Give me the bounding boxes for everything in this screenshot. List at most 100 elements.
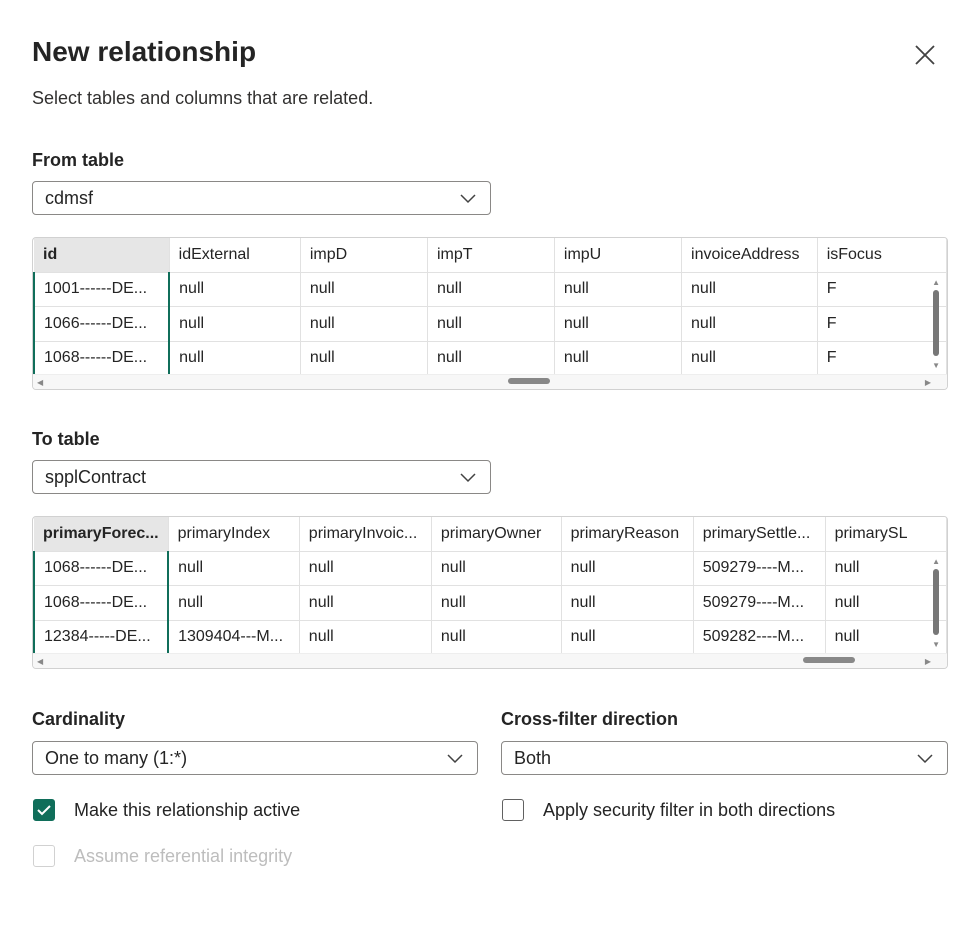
column-header[interactable]: impT	[427, 238, 555, 273]
dialog-title: New relationship	[32, 36, 257, 67]
referential-integrity-checkbox	[33, 845, 55, 867]
scroll-up-icon[interactable]: ▲	[932, 557, 940, 566]
scroll-right-icon[interactable]: ▶	[925, 657, 931, 666]
column-header[interactable]: impD	[300, 238, 428, 273]
table-cell: null	[431, 551, 562, 586]
close-icon	[915, 45, 935, 65]
table-cell: 12384-----DE...	[33, 620, 170, 656]
column-header[interactable]: primarySettle...	[693, 517, 826, 552]
scroll-down-icon[interactable]: ▼	[932, 640, 940, 649]
table-cell: null	[168, 585, 300, 621]
active-checkbox-label: Make this relationship active	[74, 799, 301, 820]
to-table-value: spplContract	[45, 466, 147, 487]
referential-integrity-label: Assume referential integrity	[74, 845, 293, 866]
table-cell: null	[168, 551, 300, 586]
column-header[interactable]: primaryReason	[561, 517, 694, 552]
cross-filter-dropdown[interactable]: Both	[501, 741, 948, 775]
table-cell: null	[825, 585, 947, 621]
table-cell: null	[169, 306, 301, 342]
column-header-selected[interactable]: id	[34, 238, 170, 273]
column-header-selected[interactable]: primaryForec...	[34, 517, 169, 552]
table-cell: null	[300, 272, 428, 307]
table-cell: 1066------DE...	[33, 306, 171, 342]
active-option: Make this relationship active	[33, 799, 300, 821]
table-cell: null	[554, 341, 683, 376]
horizontal-scrollbar-track[interactable]	[33, 374, 947, 389]
table-cell: null	[554, 306, 683, 342]
table-row: 1068------DE... null null null null 5092…	[33, 585, 947, 621]
table-cell: null	[681, 272, 818, 307]
cross-filter-value: Both	[514, 747, 552, 768]
header-row: primaryForec... primaryIndex primaryInvo…	[34, 517, 947, 552]
table-cell: null	[299, 551, 432, 586]
column-header[interactable]: primaryIndex	[168, 517, 300, 552]
from-table-label: From table	[32, 150, 125, 170]
vertical-scrollbar[interactable]	[933, 569, 939, 635]
to-table-dropdown[interactable]: spplContract	[32, 460, 491, 494]
table-row: 12384-----DE... 1309404---M... null null…	[33, 620, 947, 656]
cross-filter-label: Cross-filter direction	[501, 709, 679, 729]
table-cell: null	[825, 551, 947, 586]
table-cell: null	[300, 306, 428, 342]
chevron-down-icon	[460, 194, 476, 204]
chevron-down-icon	[460, 473, 476, 483]
table-cell: null	[300, 341, 428, 376]
horizontal-scrollbar[interactable]	[803, 657, 855, 663]
column-header[interactable]: primaryInvoic...	[299, 517, 432, 552]
table-cell: F	[817, 341, 947, 376]
from-table-preview[interactable]: id idExternal impD impT impU invoiceAddr…	[32, 237, 948, 390]
chevron-down-icon	[917, 754, 933, 764]
table-cell: null	[427, 306, 555, 342]
scroll-left-icon[interactable]: ◀	[37, 657, 43, 666]
scroll-up-icon[interactable]: ▲	[932, 278, 940, 287]
column-header[interactable]: idExternal	[169, 238, 301, 273]
table-cell: 1068------DE...	[33, 585, 170, 621]
table-cell: F	[817, 306, 947, 342]
table-cell: null	[431, 585, 562, 621]
table-cell: null	[299, 585, 432, 621]
security-filter-label: Apply security filter in both directions	[543, 799, 836, 820]
table-cell: null	[681, 341, 818, 376]
table-row: 1068------DE... null null null null 5092…	[33, 551, 947, 586]
dialog-subtitle: Select tables and columns that are relat…	[32, 88, 374, 108]
table-cell: 509279----M...	[693, 551, 826, 586]
table-cell: 509282----M...	[693, 620, 826, 655]
column-header[interactable]: impU	[554, 238, 683, 273]
cardinality-label: Cardinality	[32, 709, 126, 729]
column-header[interactable]: primaryOwner	[431, 517, 562, 552]
table-row: 1066------DE... null null null null null…	[33, 306, 947, 342]
table-cell: null	[427, 272, 555, 307]
scroll-right-icon[interactable]: ▶	[925, 378, 931, 387]
table-cell: null	[299, 620, 432, 655]
to-table-preview[interactable]: primaryForec... primaryIndex primaryInvo…	[32, 516, 948, 669]
table-cell: 509279----M...	[693, 585, 826, 621]
scroll-left-icon[interactable]: ◀	[37, 378, 43, 387]
active-checkbox[interactable]	[33, 799, 55, 821]
column-header[interactable]: primarySL	[825, 517, 947, 552]
close-button[interactable]	[910, 40, 940, 70]
table-cell: null	[169, 341, 301, 376]
integrity-option: Assume referential integrity	[33, 845, 292, 867]
chevron-down-icon	[447, 754, 463, 764]
horizontal-scrollbar[interactable]	[508, 378, 550, 384]
table-cell: null	[554, 272, 683, 307]
security-option: Apply security filter in both directions	[502, 799, 835, 821]
table-cell: null	[431, 620, 562, 655]
from-table-value: cdmsf	[45, 187, 94, 208]
checkmark-icon	[37, 805, 51, 816]
table-row: 1068------DE... null null null null null…	[33, 341, 947, 377]
from-table-dropdown[interactable]: cdmsf	[32, 181, 491, 215]
vertical-scrollbar[interactable]	[933, 290, 939, 356]
scroll-down-icon[interactable]: ▼	[932, 361, 940, 370]
table-cell: null	[681, 306, 818, 342]
cardinality-dropdown[interactable]: One to many (1:*)	[32, 741, 478, 775]
cardinality-value: One to many (1:*)	[45, 747, 188, 768]
table-cell: null	[825, 620, 947, 655]
table-row: 1001------DE... null null null null null…	[33, 272, 947, 307]
table-cell: 1309404---M...	[168, 620, 300, 655]
column-header[interactable]: invoiceAddress	[681, 238, 818, 273]
table-cell: null	[169, 272, 301, 307]
column-header[interactable]: isFocus	[817, 238, 947, 273]
security-filter-checkbox[interactable]	[502, 799, 524, 821]
header-row: id idExternal impD impT impU invoiceAddr…	[34, 238, 947, 273]
